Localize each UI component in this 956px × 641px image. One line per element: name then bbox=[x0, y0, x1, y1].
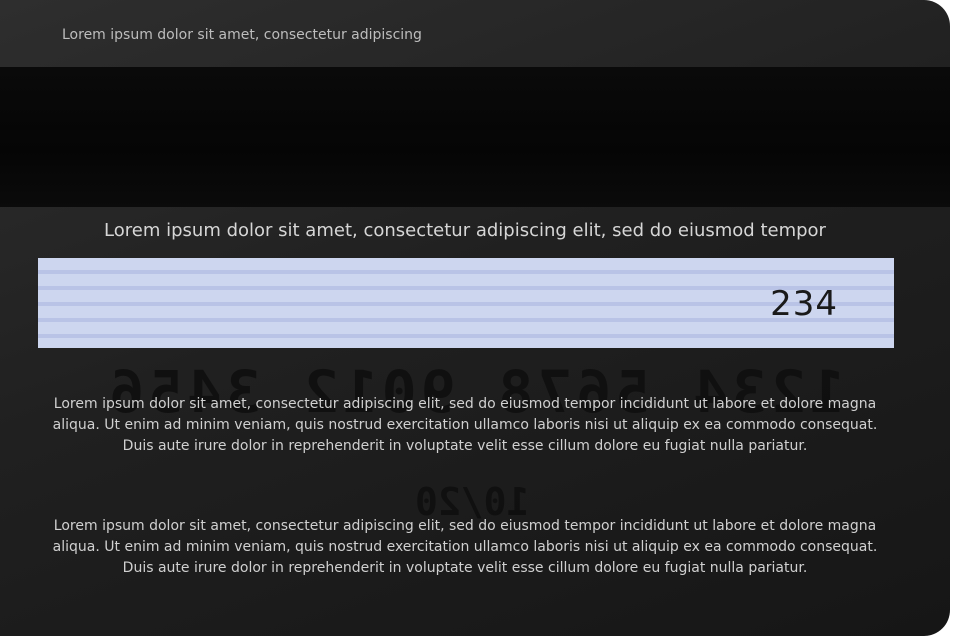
signature-panel: 234 bbox=[38, 258, 894, 348]
signature-caption: Lorem ipsum dolor sit amet, consectetur … bbox=[104, 220, 826, 241]
cvv-code: 234 bbox=[770, 284, 838, 324]
card-top-text: Lorem ipsum dolor sit amet, consectetur … bbox=[62, 27, 422, 43]
magnetic-stripe bbox=[0, 67, 950, 207]
credit-card-back: Lorem ipsum dolor sit amet, consectetur … bbox=[0, 0, 950, 636]
terms-paragraph-1: Lorem ipsum dolor sit amet, consectetur … bbox=[52, 396, 878, 454]
terms-paragraph-2: Lorem ipsum dolor sit amet, consectetur … bbox=[52, 518, 878, 576]
